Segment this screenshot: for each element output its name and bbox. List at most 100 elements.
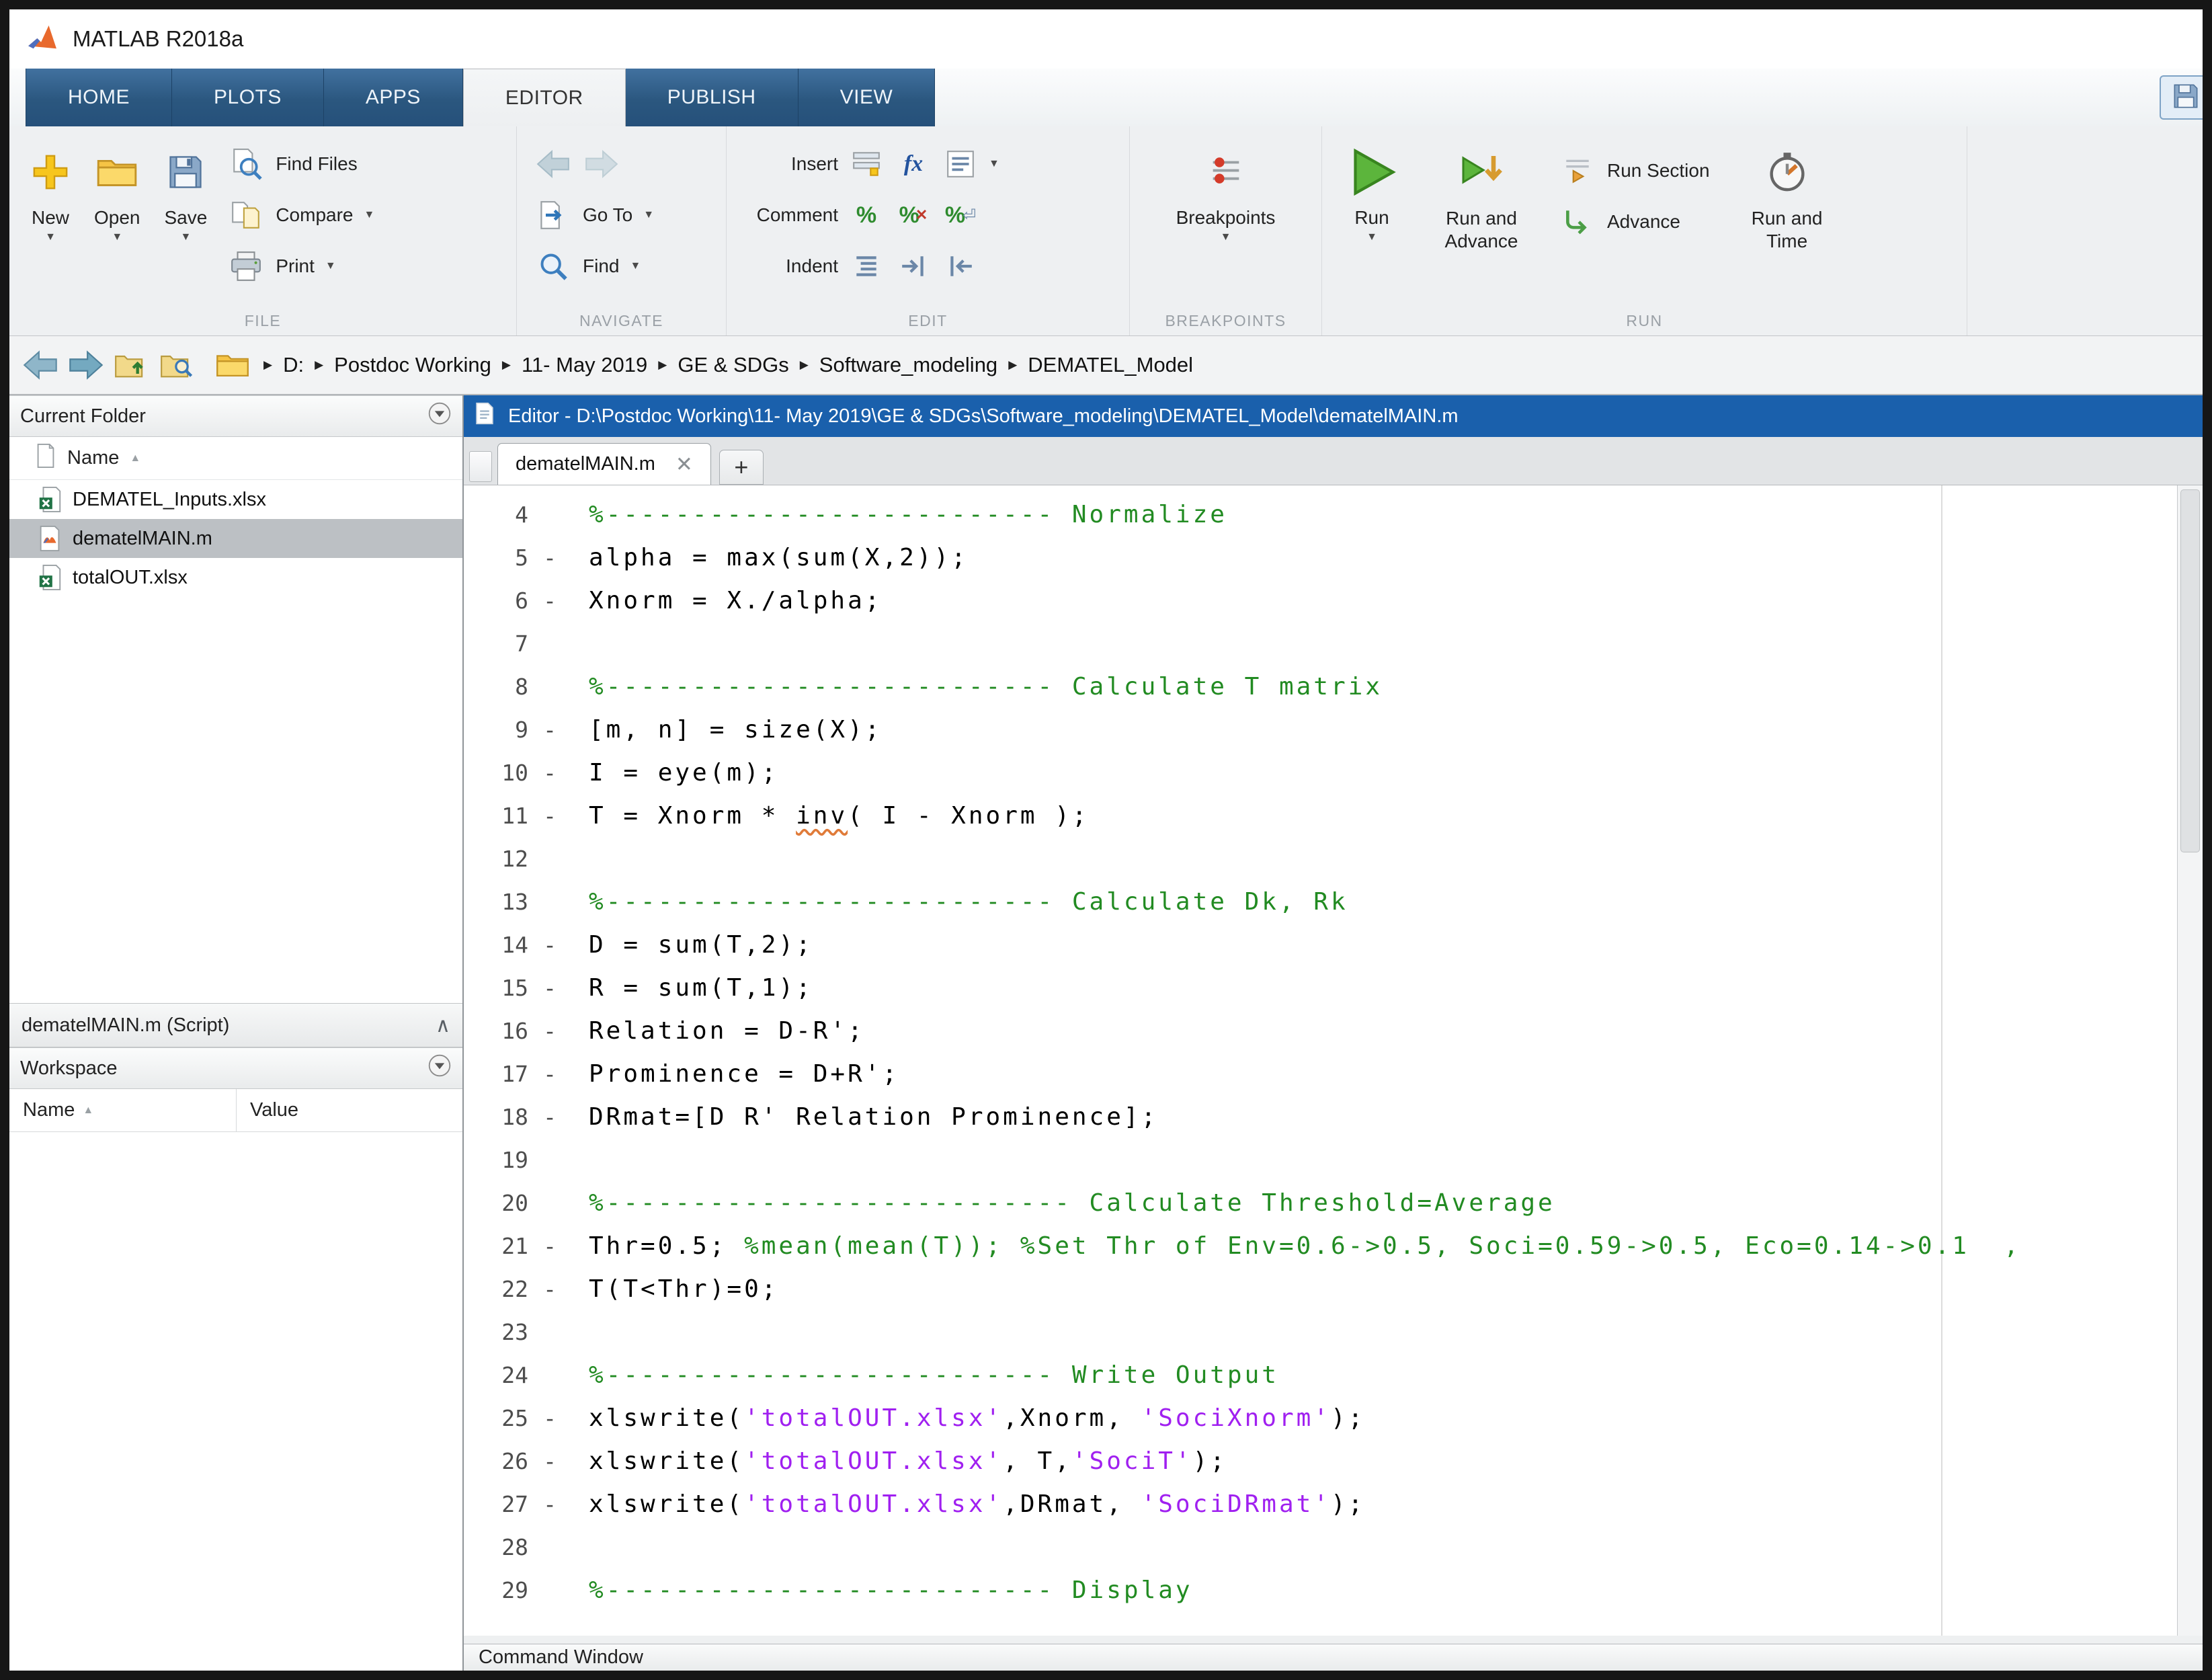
back-arrow-icon[interactable] xyxy=(20,345,60,385)
ribbon-tab-view[interactable]: VIEW xyxy=(798,69,936,126)
code-line-15[interactable]: 15-R = sum(T,1); xyxy=(464,967,2203,1010)
code-line-27[interactable]: 27-xlswrite('totalOUT.xlsx',DRmat, 'Soci… xyxy=(464,1483,2203,1526)
line-number: 18 xyxy=(464,1096,528,1139)
file-details-bar[interactable]: dematelMAIN.m (Script) ∧ xyxy=(9,1003,462,1047)
editor-tab-dematelmain[interactable]: dematelMAIN.m ✕ xyxy=(497,443,711,485)
code-line-5[interactable]: 5-alpha = max(sum(X,2)); xyxy=(464,536,2203,579)
quick-access-save-button[interactable] xyxy=(2160,75,2212,120)
run-and-advance-button[interactable]: Run and Advance xyxy=(1415,134,1548,299)
name-column-header[interactable]: Name ▲ xyxy=(9,437,462,480)
dropdown-arrow-icon[interactable]: ▼ xyxy=(989,158,999,170)
code-line-4[interactable]: 4%-------------------------- Normalize xyxy=(464,493,2203,536)
panel-splitter[interactable] xyxy=(464,1636,2203,1644)
file-row-DEMATEL_Inputs.xlsx[interactable]: DEMATEL_Inputs.xlsx xyxy=(9,480,462,519)
code-line-9[interactable]: 9-[m, n] = size(X); xyxy=(464,709,2203,752)
editor-scrollbar[interactable] xyxy=(2177,485,2203,1636)
compare-button[interactable]: Compare ▼ xyxy=(222,190,380,241)
code-line-17[interactable]: 17-Prominence = D+R'; xyxy=(464,1053,2203,1096)
breadcrumb-segment[interactable]: Software_modeling xyxy=(814,349,1003,381)
ribbon-tab-plots[interactable]: PLOTS xyxy=(172,69,324,126)
code-line-10[interactable]: 10-I = eye(m); xyxy=(464,752,2203,795)
ribbon-tab-apps[interactable]: APPS xyxy=(324,69,463,126)
new-tab-button[interactable]: + xyxy=(719,450,764,485)
smart-indent-icon[interactable] xyxy=(848,247,885,285)
code-line-14[interactable]: 14-D = sum(T,2); xyxy=(464,924,2203,967)
ribbon-tab-home[interactable]: HOME xyxy=(26,69,172,126)
back-arrow-icon[interactable] xyxy=(534,145,572,183)
breadcrumb-separator-icon[interactable]: ▶ xyxy=(315,358,323,372)
browse-for-folder-icon[interactable] xyxy=(157,345,198,385)
goto-button[interactable]: Go To ▼ xyxy=(529,190,659,241)
breadcrumb-separator-icon[interactable]: ▶ xyxy=(263,358,272,372)
code-line-23[interactable]: 23 xyxy=(464,1311,2203,1354)
forward-arrow-icon[interactable] xyxy=(583,145,620,183)
code-line-21[interactable]: 21-Thr=0.5; %mean(mean(T)); %Set Thr of … xyxy=(464,1225,2203,1268)
breadcrumb-separator-icon[interactable]: ▶ xyxy=(1008,358,1017,372)
panel-menu-icon[interactable] xyxy=(427,1053,452,1083)
breadcrumb-separator-icon[interactable]: ▶ xyxy=(658,358,667,372)
ribbon-tab-publish[interactable]: PUBLISH xyxy=(626,69,798,126)
code-line-20[interactable]: 20%--------------------------- Calculate… xyxy=(464,1182,2203,1225)
breadcrumb-segment[interactable]: GE & SDGs xyxy=(672,349,794,381)
scrollbar-thumb[interactable] xyxy=(2180,489,2200,852)
file-name: dematelMAIN.m xyxy=(73,528,212,550)
find-button[interactable]: Find ▼ xyxy=(529,241,659,292)
code-line-6[interactable]: 6-Xnorm = X./alpha; xyxy=(464,579,2203,623)
run-section-button[interactable]: Run Section xyxy=(1553,145,1715,196)
code-line-22[interactable]: 22-T(T<Thr)=0; xyxy=(464,1268,2203,1311)
line-number: 22 xyxy=(464,1268,528,1311)
wrap-comments-icon[interactable]: %⏎ xyxy=(942,196,979,234)
breadcrumb-segment[interactable]: 11- May 2019 xyxy=(516,349,653,381)
code-editor[interactable]: 4%-------------------------- Normalize5-… xyxy=(464,485,2203,1636)
code-line-8[interactable]: 8%-------------------------- Calculate T… xyxy=(464,666,2203,709)
decrease-indent-icon[interactable] xyxy=(942,247,979,285)
breadcrumb-segment[interactable]: DEMATEL_Model xyxy=(1022,349,1198,381)
comment-icon[interactable]: % xyxy=(848,196,885,234)
code-line-25[interactable]: 25-xlswrite('totalOUT.xlsx',Xnorm, 'Soci… xyxy=(464,1397,2203,1440)
uncomment-icon[interactable]: %✕ xyxy=(895,196,932,234)
workspace-value-column[interactable]: Value xyxy=(237,1089,298,1131)
breadcrumb-separator-icon[interactable]: ▶ xyxy=(502,358,511,372)
code-line-11[interactable]: 11-T = Xnorm * inv( I - Xnorm ); xyxy=(464,795,2203,838)
run-and-time-button[interactable]: Run and Time xyxy=(1721,134,1854,299)
code-line-19[interactable]: 19 xyxy=(464,1139,2203,1182)
document-bar-icon[interactable] xyxy=(469,451,492,482)
code-line-24[interactable]: 24%-------------------------- Write Outp… xyxy=(464,1354,2203,1397)
workspace-name-column[interactable]: Name ▲ xyxy=(9,1089,237,1131)
excel-file-icon xyxy=(38,486,62,513)
code-line-28[interactable]: 28 xyxy=(464,1526,2203,1569)
insert-annotation-icon[interactable] xyxy=(942,145,979,183)
open-button[interactable]: Open ▼ xyxy=(85,134,150,299)
panel-menu-icon[interactable] xyxy=(427,401,452,431)
breakpoints-button[interactable]: Breakpoints ▼ xyxy=(1167,134,1285,299)
code-line-7[interactable]: 7 xyxy=(464,623,2203,666)
run-button[interactable]: Run ▼ xyxy=(1334,134,1409,299)
file-row-dematelMAIN.m[interactable]: dematelMAIN.m xyxy=(9,519,462,558)
forward-arrow-icon[interactable] xyxy=(66,345,106,385)
insert-function-icon[interactable]: fx xyxy=(895,145,932,183)
up-one-level-icon[interactable] xyxy=(112,345,152,385)
file-row-totalOUT.xlsx[interactable]: totalOUT.xlsx xyxy=(9,558,462,597)
close-tab-icon[interactable]: ✕ xyxy=(675,452,693,477)
code-line-16[interactable]: 16-Relation = D-R'; xyxy=(464,1010,2203,1053)
new-button[interactable]: New ▼ xyxy=(22,134,79,299)
code-line-29[interactable]: 29%-------------------------- Display xyxy=(464,1569,2203,1612)
breadcrumb-segment[interactable]: Postdoc Working xyxy=(329,349,497,381)
increase-indent-icon[interactable] xyxy=(895,247,932,285)
breadcrumb-segment[interactable]: D: xyxy=(278,349,309,381)
collapse-icon[interactable]: ∧ xyxy=(436,1014,450,1037)
find-files-button[interactable]: Find Files xyxy=(222,138,380,190)
code-line-12[interactable]: 12 xyxy=(464,838,2203,881)
code-line-13[interactable]: 13%-------------------------- Calculate … xyxy=(464,881,2203,924)
breadcrumb-separator-icon[interactable]: ▶ xyxy=(800,358,809,372)
editor-titlebar[interactable]: Editor - D:\Postdoc Working\11- May 2019… xyxy=(464,395,2203,437)
find-label: Find xyxy=(583,255,619,277)
advance-button[interactable]: Advance xyxy=(1553,196,1715,247)
code-line-18[interactable]: 18-DRmat=[D R' Relation Prominence]; xyxy=(464,1096,2203,1139)
insert-section-icon[interactable] xyxy=(848,145,885,183)
save-button[interactable]: Save ▼ xyxy=(155,134,217,299)
print-button[interactable]: Print ▼ xyxy=(222,241,380,292)
ribbon-tab-editor[interactable]: EDITOR xyxy=(463,69,626,126)
command-window-header[interactable]: Command Window xyxy=(464,1644,2203,1671)
code-line-26[interactable]: 26-xlswrite('totalOUT.xlsx', T,'SociT'); xyxy=(464,1440,2203,1483)
